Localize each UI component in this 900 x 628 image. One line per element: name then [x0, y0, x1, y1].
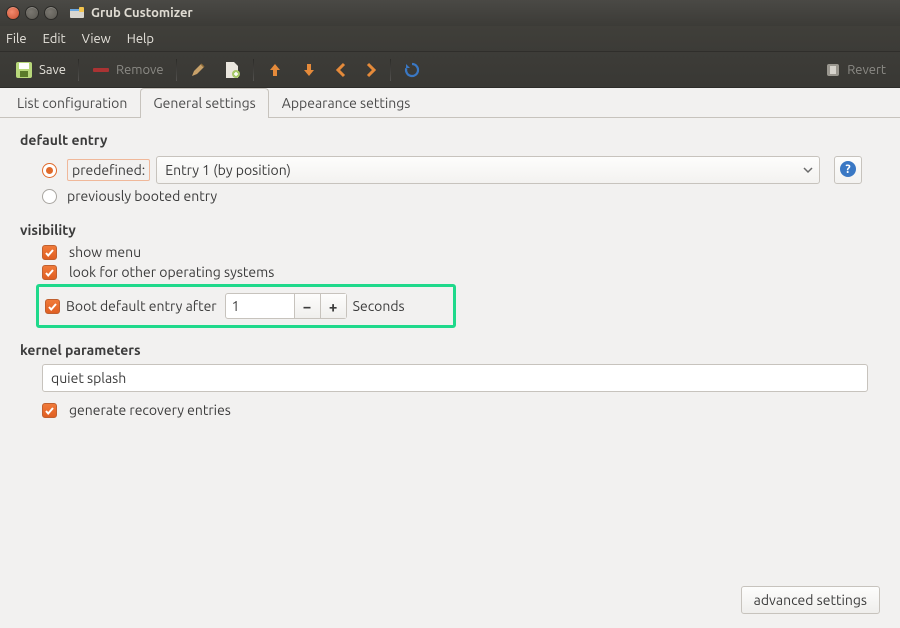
kernel-parameters-input[interactable] [42, 364, 868, 392]
move-down-button [292, 57, 326, 83]
menubar: File Edit View Help [0, 26, 900, 51]
toolbar-separator [176, 59, 177, 81]
move-left-button [326, 57, 356, 83]
spinner-minus[interactable]: − [294, 294, 320, 318]
generate-recovery-label: generate recovery entries [69, 402, 231, 418]
checkbox-generate-recovery[interactable] [42, 403, 57, 418]
window-close-button[interactable] [6, 6, 20, 20]
menu-file[interactable]: File [6, 32, 27, 46]
save-label: Save [39, 63, 66, 77]
section-default-entry: default entry [20, 132, 880, 148]
previously-booted-label: previously booted entry [67, 188, 217, 204]
save-button[interactable]: Save [6, 56, 74, 84]
boot-after-label: Boot default entry after [66, 298, 217, 314]
revert-label: Revert [847, 63, 886, 77]
toolbar: Save Remove Revert [0, 51, 900, 88]
tab-general-settings[interactable]: General settings [140, 88, 268, 118]
new-page-icon [223, 60, 241, 80]
save-icon [14, 60, 34, 80]
move-up-button [258, 57, 292, 83]
tabstrip: List configuration General settings Appe… [0, 88, 900, 118]
tab-list-configuration[interactable]: List configuration [4, 88, 140, 118]
remove-label: Remove [116, 63, 164, 77]
pencil-icon [189, 61, 207, 79]
toolbar-separator [253, 59, 254, 81]
menu-help[interactable]: Help [127, 32, 154, 46]
tab-appearance-settings[interactable]: Appearance settings [269, 88, 424, 118]
checkbox-boot-after[interactable] [45, 299, 60, 314]
tab-content: default entry predefined: Entry 1 (by po… [0, 118, 900, 438]
menu-view[interactable]: View [82, 32, 111, 46]
help-button[interactable]: ? [834, 156, 862, 184]
remove-button: Remove [83, 59, 172, 81]
advanced-settings-button[interactable]: advanced settings [741, 586, 880, 614]
radio-previously-booted[interactable] [42, 189, 57, 204]
arrow-up-icon [266, 61, 284, 79]
predefined-label: predefined: [67, 159, 150, 181]
show-menu-label: show menu [69, 244, 141, 260]
toolbar-separator [390, 59, 391, 81]
refresh-button[interactable] [395, 57, 429, 83]
move-right-button [356, 57, 386, 83]
help-icon: ? [839, 160, 857, 181]
svg-text:?: ? [846, 163, 851, 176]
boot-delay-highlight: Boot default entry after − + Seconds [36, 284, 456, 328]
footer: advanced settings [741, 586, 880, 614]
section-kernel-parameters: kernel parameters [20, 342, 880, 358]
checkbox-show-menu[interactable] [42, 245, 57, 260]
app-icon [69, 5, 85, 21]
new-button [215, 56, 249, 84]
look-other-os-label: look for other operating systems [69, 264, 274, 280]
section-visibility: visibility [20, 222, 880, 238]
chevron-left-icon [334, 61, 348, 79]
toolbar-separator [78, 59, 79, 81]
predefined-select[interactable]: Entry 1 (by position) [156, 156, 820, 184]
titlebar: Grub Customizer [0, 0, 900, 26]
boot-delay-spinner: − + [225, 293, 347, 319]
radio-predefined[interactable] [42, 163, 57, 178]
revert-icon [824, 61, 842, 79]
checkbox-look-other-os[interactable] [42, 265, 57, 280]
spinner-plus[interactable]: + [320, 294, 346, 318]
edit-button [181, 57, 215, 83]
boot-delay-unit: Seconds [353, 298, 405, 314]
revert-button: Revert [816, 57, 894, 83]
refresh-icon [403, 61, 421, 79]
predefined-value: Entry 1 (by position) [165, 162, 291, 178]
remove-icon [91, 64, 111, 76]
boot-delay-input[interactable] [226, 298, 294, 314]
arrow-down-icon [300, 61, 318, 79]
window-title: Grub Customizer [91, 6, 193, 20]
window-minimize-button[interactable] [25, 6, 39, 20]
menu-edit[interactable]: Edit [43, 32, 66, 46]
window-maximize-button[interactable] [44, 6, 58, 20]
chevron-right-icon [364, 61, 378, 79]
chevron-down-icon [803, 162, 813, 178]
